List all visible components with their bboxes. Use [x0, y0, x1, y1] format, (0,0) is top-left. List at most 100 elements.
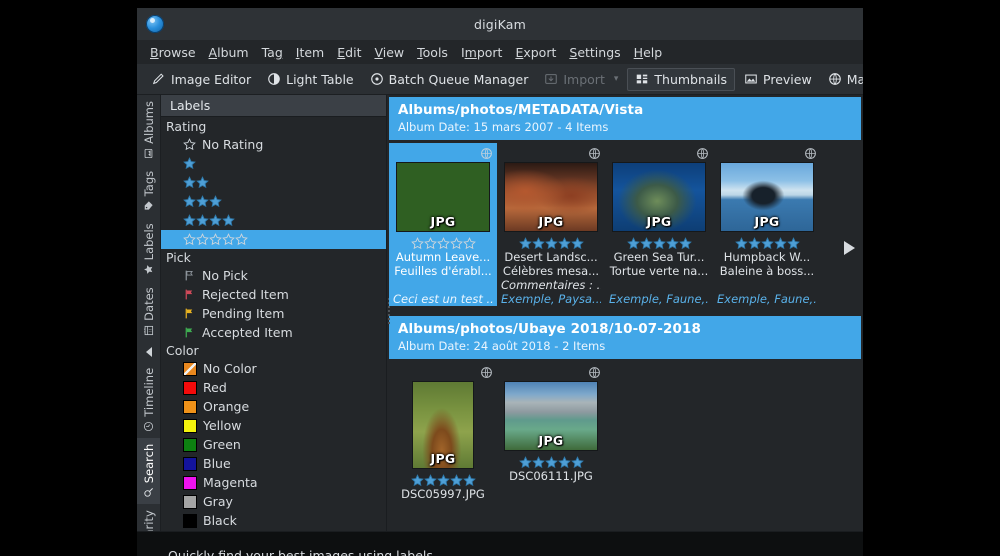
menu-item-album[interactable]: Album: [203, 43, 255, 62]
rating-row-3[interactable]: [161, 192, 386, 211]
thumbnail-image[interactable]: JPG: [396, 162, 490, 232]
sidebar-tab-label: Search: [141, 443, 156, 484]
item-tags[interactable]: Ceci est un test ...: [393, 292, 493, 306]
rating-row-1[interactable]: [161, 154, 386, 173]
star-icon: [436, 237, 450, 250]
color-swatch: [183, 475, 197, 490]
star-icon: [410, 237, 424, 250]
geo-icon: [805, 148, 816, 159]
item-rating[interactable]: [501, 237, 601, 250]
format-badge: JPG: [538, 433, 564, 448]
import-icon: [545, 74, 558, 84]
item-tags[interactable]: Exemple, Paysa...: [501, 292, 601, 306]
thumbnail-item[interactable]: JPG DSC05997.JPG: [389, 362, 497, 501]
color-row-blue[interactable]: Blue: [161, 454, 386, 473]
menu-item-item[interactable]: Item: [290, 43, 330, 62]
item-comment-empty: [609, 278, 709, 292]
labels-panel-body: Rating No Rating Pick No Pick Rejected It…: [161, 117, 386, 531]
menu-item-import[interactable]: Import: [455, 43, 509, 62]
pick-row-rejected-item[interactable]: Rejected Item: [161, 285, 386, 304]
thumbnails-icon: [637, 74, 648, 84]
menu-item-export[interactable]: Export: [509, 43, 562, 62]
geo-icon: [589, 367, 600, 378]
rating-row-label: No Rating: [202, 137, 264, 152]
item-title: Desert Landsc...: [504, 250, 598, 264]
sidebar-tab-albums[interactable]: Albums: [137, 95, 160, 165]
format-badge: JPG: [646, 214, 672, 229]
thumbnail-image[interactable]: JPG: [504, 162, 598, 232]
item-rating[interactable]: [609, 237, 709, 250]
toolbar-map-button[interactable]: Map: [821, 69, 863, 90]
item-caption: Célèbres mesa...: [502, 264, 600, 278]
window-title: digiKam: [473, 16, 527, 32]
thumbnail-item[interactable]: JPG DSC06111.JPG: [497, 362, 605, 501]
star-icon: [570, 456, 584, 469]
item-comment: Commentaires : ...: [501, 278, 601, 292]
item-rating[interactable]: [501, 456, 601, 469]
sidebar-tab-tags[interactable]: Tags: [137, 165, 160, 217]
menu-item-edit[interactable]: Edit: [331, 43, 367, 62]
rail-collapse-arrow-icon[interactable]: [145, 346, 152, 357]
sidebar-tab-search[interactable]: Search: [137, 437, 160, 505]
pick-row-label: No Pick: [202, 268, 248, 283]
color-row-white[interactable]: White: [161, 530, 386, 531]
thumbnail-item[interactable]: JPG Humpback W... Baleine à boss... Exemple…: [713, 143, 821, 306]
star-icon: [196, 233, 209, 246]
thumbnail-image[interactable]: JPG: [504, 381, 598, 451]
color-row-black[interactable]: Black: [161, 511, 386, 530]
color-swatch: [183, 513, 197, 528]
menu-item-browse[interactable]: Browse: [144, 43, 202, 62]
thumbnail-image[interactable]: JPG: [412, 381, 474, 469]
menu-item-settings[interactable]: Settings: [563, 43, 626, 62]
item-title: DSC05997.JPG: [401, 487, 485, 501]
menu-item-help[interactable]: Help: [628, 43, 669, 62]
sidebar-tab-label: Labels: [141, 223, 156, 261]
thumbnail-item[interactable]: JPG Desert Landsc... Célèbres mesa... Comme…: [497, 143, 605, 306]
rating-row-4[interactable]: [161, 211, 386, 230]
toolbar-button-label: Map: [846, 71, 863, 87]
menu-item-tag[interactable]: Tag: [256, 43, 289, 62]
thumbnail-item[interactable]: JPG Green Sea Tur... Tortue verte na... Exe…: [605, 143, 713, 306]
menu-item-view[interactable]: View: [368, 43, 410, 62]
sidebar-tab-labels[interactable]: Labels: [137, 217, 160, 281]
toolbar-batch-queue-manager-button[interactable]: Batch Queue Manager: [363, 69, 536, 90]
menu-item-tools[interactable]: Tools: [411, 43, 454, 62]
rating-group-title: Rating: [166, 119, 207, 134]
color-row-list: No Color Red Orange Yellow Green Blue Magenta G…: [161, 359, 386, 531]
toolbar-light-table-button[interactable]: Light Table: [260, 69, 361, 90]
color-row-orange[interactable]: Orange: [161, 397, 386, 416]
album-header[interactable]: Albums/photos/METADATA/Vista Album Date: …: [389, 97, 861, 140]
color-row-yellow[interactable]: Yellow: [161, 416, 386, 435]
item-tags[interactable]: Exemple, Faune,...: [609, 292, 709, 306]
sidebar-tab-similarity[interactable]: Similarity: [137, 504, 160, 531]
star-icon: [531, 237, 545, 250]
color-row-magenta[interactable]: Magenta: [161, 473, 386, 492]
item-rating[interactable]: [393, 474, 493, 487]
pick-row-no-pick[interactable]: No Pick: [161, 266, 386, 285]
pick-row-list: No Pick Rejected Item Pending Item Accepted…: [161, 266, 386, 342]
toolbar-thumbnails-button[interactable]: Thumbnails: [627, 67, 736, 91]
album-header[interactable]: Albums/photos/Ubaye 2018/10-07-2018 Album…: [389, 316, 861, 359]
pick-row-accepted-item[interactable]: Accepted Item: [161, 323, 386, 342]
item-tags[interactable]: Exemple, Faune,...: [717, 292, 817, 306]
rating-row-2[interactable]: [161, 173, 386, 192]
color-row-red[interactable]: Red: [161, 378, 386, 397]
color-row-green[interactable]: Green: [161, 435, 386, 454]
color-row-gray[interactable]: Gray: [161, 492, 386, 511]
item-rating[interactable]: [717, 237, 817, 250]
color-row-no-color[interactable]: No Color: [161, 359, 386, 378]
thumbnail-image[interactable]: JPG: [720, 162, 814, 232]
next-arrow-icon[interactable]: [844, 241, 855, 255]
toolbar-image-editor-button[interactable]: Image Editor: [145, 69, 258, 90]
pick-row-pending-item[interactable]: Pending Item: [161, 304, 386, 323]
thumbnail-item[interactable]: JPG Autumn Leave... Feuilles d'érabl... Cec…: [389, 143, 497, 306]
sidebar-tab-dates[interactable]: Dates: [137, 281, 160, 341]
icon-view[interactable]: Albums/photos/METADATA/Vista Album Date: …: [387, 95, 863, 531]
star-icon: [209, 233, 222, 246]
item-rating[interactable]: [393, 237, 493, 250]
rating-row-0[interactable]: No Rating: [161, 135, 386, 154]
thumbnail-image[interactable]: JPG: [612, 162, 706, 232]
rating-row-5[interactable]: [161, 230, 386, 249]
toolbar-preview-button[interactable]: Preview: [737, 69, 819, 90]
sidebar-tab-timeline[interactable]: Timeline: [137, 362, 160, 438]
